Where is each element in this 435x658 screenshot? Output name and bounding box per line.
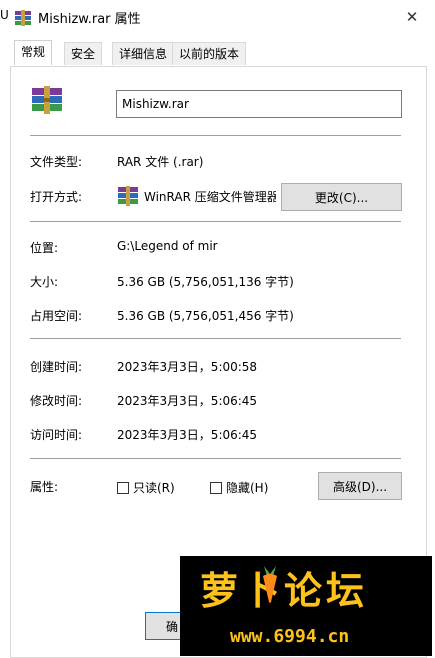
location-label: 位置: — [30, 241, 59, 255]
separator — [30, 221, 401, 222]
winrar-archive-icon — [14, 10, 32, 29]
separator — [30, 338, 401, 339]
window-title: Mishizw.rar 属性 — [38, 12, 141, 27]
size-label: 大小: — [30, 275, 59, 289]
hidden-checkbox[interactable]: 隐藏(H) — [210, 479, 268, 496]
location-value: G:\Legend of mir — [117, 239, 218, 253]
watermark-title: 萝卜论坛 — [200, 568, 369, 613]
modified-value: 2023年3月3日，5:06:45 — [117, 394, 258, 408]
title-bar: U Mishizw.rar 属性 ✕ — [0, 0, 435, 34]
accessed-label: 访问时间: — [30, 428, 83, 442]
modified-label: 修改时间: — [30, 394, 83, 408]
ok-button[interactable]: 确 — [145, 612, 185, 640]
readonly-checkbox[interactable]: 只读(R) — [117, 479, 175, 496]
accessed-value: 2023年3月3日，5:06:45 — [117, 428, 258, 442]
advanced-button[interactable]: 高级(D)... — [318, 472, 402, 500]
attributes-label: 属性: — [30, 480, 59, 494]
tab-details[interactable]: 详细信息 — [112, 42, 175, 65]
created-value: 2023年3月3日，5:00:58 — [117, 360, 258, 374]
change-button[interactable]: 更改(C)... — [281, 183, 402, 211]
rar-file-icon — [30, 86, 64, 117]
hidden-checkbox-label: 隐藏(H) — [226, 481, 269, 495]
size-on-disk-value: 5.36 GB (5,756,051,456 字节) — [117, 309, 294, 323]
tab-general[interactable]: 常规 — [14, 40, 53, 65]
readonly-checkbox-label: 只读(R) — [133, 481, 175, 495]
opens-with-value: WinRAR 压缩文件管理器 — [144, 190, 276, 204]
file-type-label: 文件类型: — [30, 155, 83, 169]
size-value: 5.36 GB (5,756,051,136 字节) — [117, 275, 294, 289]
size-on-disk-label: 占用空间: — [30, 309, 83, 323]
hidden-checkbox-box[interactable] — [210, 481, 222, 494]
readonly-checkbox-box[interactable] — [117, 481, 129, 494]
separator — [30, 458, 401, 459]
file-type-value: RAR 文件 (.rar) — [117, 155, 204, 169]
close-icon: ✕ — [405, 8, 419, 26]
winrar-app-icon — [117, 185, 139, 210]
forum-watermark: 萝卜论坛 www.6994.cn — [180, 556, 432, 656]
tab-security[interactable]: 安全 — [64, 42, 103, 65]
tab-previous-versions[interactable]: 以前的版本 — [172, 42, 247, 65]
file-name-input[interactable] — [116, 90, 402, 118]
title-edge-glyph: U — [0, 8, 9, 22]
close-button[interactable]: ✕ — [389, 0, 435, 34]
separator — [30, 135, 401, 136]
carrot-icon — [260, 564, 280, 607]
created-label: 创建时间: — [30, 360, 83, 374]
watermark-url: www.6994.cn — [230, 626, 350, 647]
opens-with-label: 打开方式: — [30, 190, 83, 204]
